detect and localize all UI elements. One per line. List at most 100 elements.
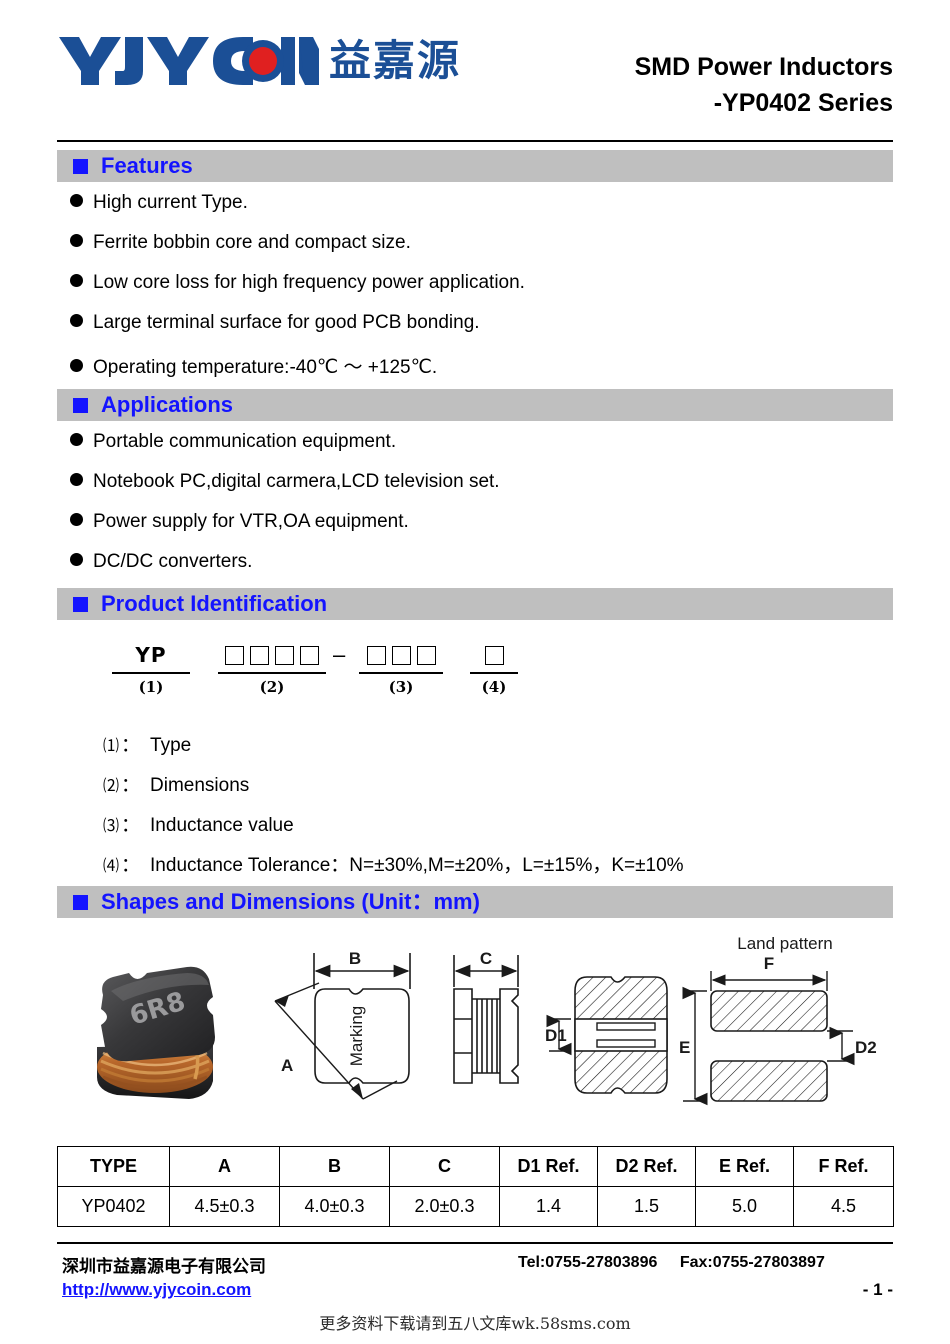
list-item: Large terminal surface for good PCB bond… bbox=[70, 312, 890, 352]
list-item: Ferrite bobbin core and compact size. bbox=[70, 232, 890, 272]
pid-group-1-label: (1) bbox=[138, 678, 164, 696]
dim-label-a: A bbox=[281, 1056, 293, 1075]
legend-text: Inductance value bbox=[150, 815, 294, 836]
blue-square-icon bbox=[73, 397, 88, 413]
top-view-drawing: B A Marking bbox=[267, 931, 437, 1136]
legend-row: ⑵ ： Dimensions bbox=[103, 770, 903, 810]
table-cell: 1.5 bbox=[597, 1186, 696, 1227]
pid-box bbox=[250, 645, 269, 665]
section-title-product-identification: Product Identification bbox=[101, 591, 328, 616]
pid-group-2: (2) bbox=[218, 640, 326, 696]
page-subtitle: -YP0402 Series bbox=[713, 88, 893, 117]
table-header-cell: F Ref. bbox=[793, 1146, 894, 1187]
list-item-label: Notebook PC,digital carmera,LCD televisi… bbox=[93, 471, 500, 492]
list-item-label: Portable communication equipment. bbox=[93, 431, 397, 452]
table-header-cell: B bbox=[279, 1146, 390, 1187]
section-title-features: Features bbox=[101, 153, 193, 178]
bullet-dot-icon bbox=[70, 234, 83, 247]
section-header-shapes: Shapes and Dimensions (Unit：mm) bbox=[57, 886, 893, 918]
bullet-dot-icon bbox=[70, 553, 83, 566]
table-cell: 5.0 bbox=[695, 1186, 794, 1227]
legend-row: ⑷ ： Inductance Tolerance：N=±30%,M=±20%，L… bbox=[103, 850, 903, 890]
bullet-dot-icon bbox=[70, 473, 83, 486]
land-pattern-title: Land pattern bbox=[737, 934, 832, 953]
pid-separator-dash: – bbox=[333, 642, 346, 667]
watermark-text: 更多资料下载请到五八文库wk.58sms.com bbox=[319, 1314, 631, 1333]
footer-company-name: 深圳市益嘉源电子有限公司 bbox=[62, 1257, 266, 1277]
pid-group-2-label: (2) bbox=[259, 678, 285, 696]
land-pattern-drawing: Land pattern F E D2 bbox=[677, 925, 892, 1135]
pid-box bbox=[275, 645, 294, 665]
page-header: 益嘉源 SMD Power Inductors -YP0402 Series bbox=[57, 22, 893, 118]
pid-group-4: (4) bbox=[470, 640, 518, 696]
dim-label-f: F bbox=[764, 954, 774, 973]
pid-box bbox=[300, 645, 319, 665]
table-header-cell: D1 Ref. bbox=[499, 1146, 598, 1187]
page-number: - 1 - bbox=[862, 1280, 893, 1299]
dimensions-table: TYPE A B C D1 Ref. D2 Ref. E Ref. F Ref.… bbox=[57, 1146, 894, 1227]
table-cell: 4.5 bbox=[793, 1186, 894, 1227]
bullet-dot-icon bbox=[70, 274, 83, 287]
part-number-legend: ⑴ ： Type ⑵ ： Dimensions ⑶ ： Inductance v… bbox=[103, 730, 903, 890]
bullet-dot-icon bbox=[70, 513, 83, 526]
table-cell: 1.4 bbox=[499, 1186, 598, 1227]
legend-text: Type bbox=[150, 735, 192, 756]
pid-type-prefix: YP bbox=[135, 643, 167, 667]
logo-chinese-text: 益嘉源 bbox=[329, 36, 462, 85]
footer-tel: Tel:0755-27803896 bbox=[518, 1254, 658, 1271]
legend-separator: ： bbox=[121, 855, 141, 876]
land-pattern-icon: Land pattern F E D2 bbox=[679, 934, 877, 1106]
header-divider bbox=[57, 140, 893, 142]
pid-box bbox=[225, 645, 244, 665]
table-cell: 4.5±0.3 bbox=[169, 1186, 280, 1227]
dim-label-c: C bbox=[480, 949, 492, 968]
list-item-label: High current Type. bbox=[93, 192, 248, 213]
dim-label-d2: D2 bbox=[855, 1038, 877, 1057]
legend-index: ⑴ bbox=[103, 736, 120, 755]
pid-box bbox=[416, 645, 436, 665]
header-title-block: SMD Power Inductors -YP0402 Series bbox=[635, 50, 893, 121]
list-item-label: DC/DC converters. bbox=[93, 551, 253, 572]
list-item-label: Large terminal surface for good PCB bond… bbox=[93, 312, 480, 333]
legend-index: ⑶ bbox=[103, 816, 120, 835]
applications-list: Portable communication equipment. Notebo… bbox=[70, 431, 890, 591]
inductor-photo-icon: 6R8 bbox=[97, 966, 215, 1099]
table-header-cell: D2 Ref. bbox=[597, 1146, 696, 1187]
yjycoin-logo-icon bbox=[59, 37, 319, 85]
bullet-dot-icon bbox=[70, 433, 83, 446]
features-list: High current Type. Ferrite bobbin core a… bbox=[70, 192, 890, 392]
table-cell: YP0402 bbox=[57, 1186, 170, 1227]
table-header-cell: E Ref. bbox=[695, 1146, 794, 1187]
pid-box bbox=[391, 645, 411, 665]
part-number-diagram: YP (1) (2) – (3) (4) bbox=[100, 640, 560, 702]
list-item: Notebook PC,digital carmera,LCD televisi… bbox=[70, 471, 890, 511]
dim-label-d1: D1 bbox=[545, 1026, 567, 1045]
dim-label-e: E bbox=[679, 1038, 690, 1057]
drawings-row: 6R8 B A Marking C D1 Land pattern F E D2 bbox=[57, 925, 893, 1135]
list-item: Power supply for VTR,OA equipment. bbox=[70, 511, 890, 551]
table-header-cell: TYPE bbox=[57, 1146, 170, 1187]
list-item-label: Low core loss for high frequency power a… bbox=[93, 272, 525, 293]
table-header-row: TYPE A B C D1 Ref. D2 Ref. E Ref. F Ref. bbox=[57, 1146, 894, 1187]
table-cell: 4.0±0.3 bbox=[279, 1186, 390, 1227]
footer-contact: Tel:0755-27803896 Fax:0755-27803897 bbox=[518, 1254, 825, 1272]
list-item: DC/DC converters. bbox=[70, 551, 890, 591]
section-title-applications: Applications bbox=[101, 392, 234, 417]
side-view-drawing: C bbox=[432, 931, 552, 1136]
pid-box bbox=[484, 645, 504, 665]
legend-separator: ： bbox=[121, 815, 141, 836]
side-view-icon: C bbox=[453, 949, 519, 1084]
pid-group-3-label: (3) bbox=[388, 678, 414, 696]
footer-website-link[interactable]: http://www.yjycoin.com bbox=[62, 1280, 251, 1300]
list-item-label: Ferrite bobbin core and compact size. bbox=[93, 232, 411, 253]
pid-group-4-content bbox=[470, 640, 518, 674]
top-view-marking-text: Marking bbox=[347, 1006, 366, 1066]
legend-index: ⑷ bbox=[103, 856, 120, 875]
bottom-view-icon: D1 bbox=[545, 976, 668, 1094]
pid-group-3-content bbox=[359, 640, 443, 674]
bullet-dot-icon bbox=[70, 314, 83, 327]
legend-row: ⑴ ： Type bbox=[103, 730, 903, 770]
section-header-features: Features bbox=[57, 150, 893, 182]
legend-text: Dimensions bbox=[150, 775, 250, 796]
footer-divider bbox=[57, 1242, 893, 1244]
